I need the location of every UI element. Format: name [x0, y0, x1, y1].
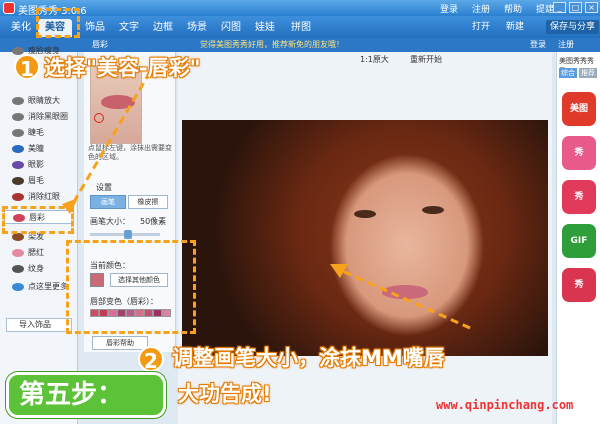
step-2-text-line2: 大功告成!: [178, 382, 272, 406]
step-2-text: 调整画笔大小，涂抹MM嘴唇: [172, 346, 445, 370]
arrow-to-lip-item: [73, 71, 152, 201]
arrowhead-1-icon: [62, 198, 78, 214]
step-1-badge: 1: [14, 54, 40, 81]
step-five-badge: 第五步：: [6, 372, 166, 418]
watermark: www.qinpinchang.com: [436, 398, 574, 412]
step-2-badge: 2: [138, 346, 164, 373]
arrow-to-lips: [339, 268, 471, 330]
step-1-text: 选择"美容-唇彩": [44, 56, 201, 80]
